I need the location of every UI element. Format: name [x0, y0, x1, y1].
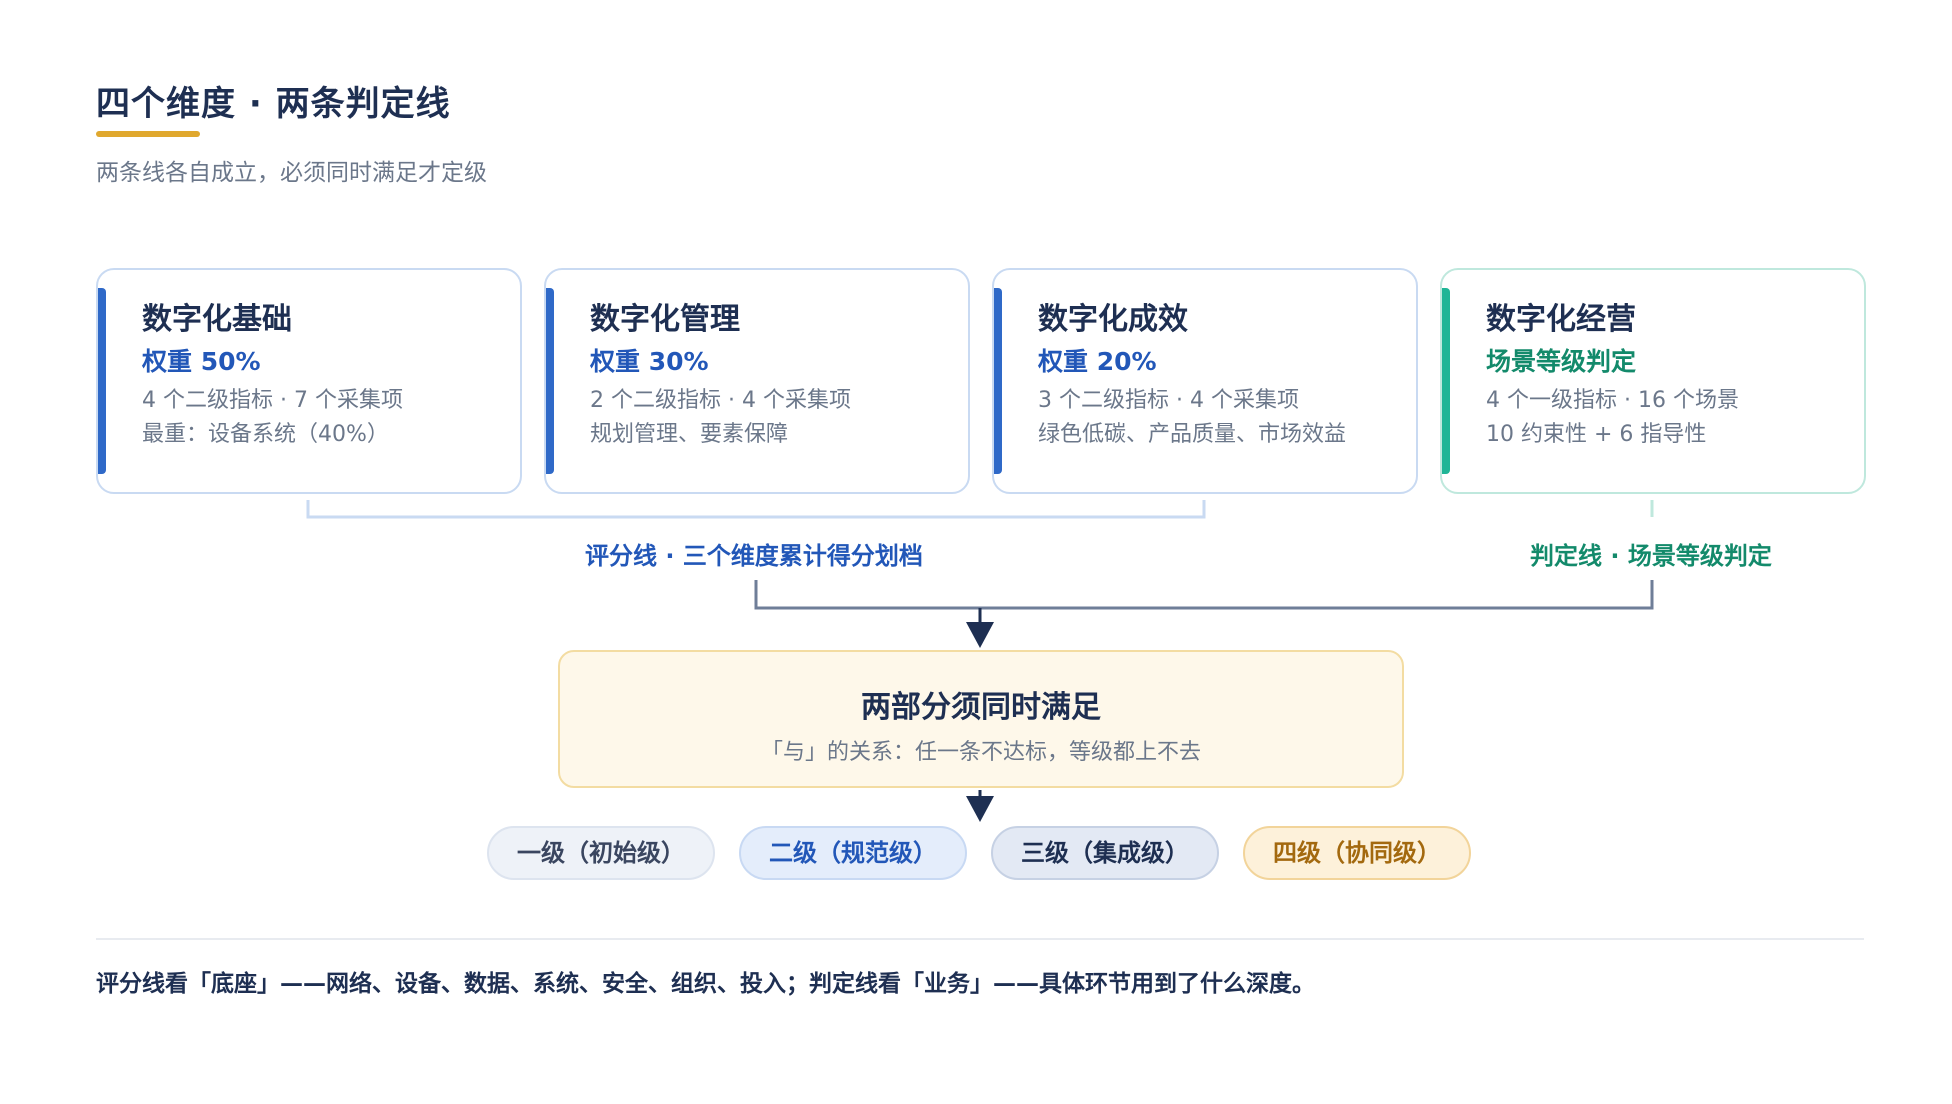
judge-line-label: 判定线 · 场景等级判定: [1530, 542, 1772, 570]
merge-arrowhead: [966, 622, 994, 648]
level-pill-2: 二级（规范级）: [739, 826, 967, 880]
requirement-title: 两部分须同时满足: [861, 690, 1101, 725]
score-bracket: [306, 500, 1206, 519]
requirement-subtitle: 「与」的关系：任一条不达标，等级都上不去: [760, 740, 1201, 765]
footer-divider: [96, 938, 1864, 940]
score-line-label: 评分线 · 三个维度累计得分划档: [585, 542, 923, 570]
requirement-box: 两部分须同时满足 「与」的关系：任一条不达标，等级都上不去: [558, 650, 1404, 788]
level-pill-4: 四级（协同级）: [1243, 826, 1471, 880]
merge-line: [754, 580, 1654, 610]
footer-note: 评分线看「底座」——网络、设备、数据、系统、安全、组织、投入；判定线看「业务」—…: [96, 971, 1315, 997]
level-arrowhead: [966, 796, 994, 822]
level-pill-3: 三级（集成级）: [991, 826, 1219, 880]
level-pill-1: 一级（初始级）: [487, 826, 715, 880]
